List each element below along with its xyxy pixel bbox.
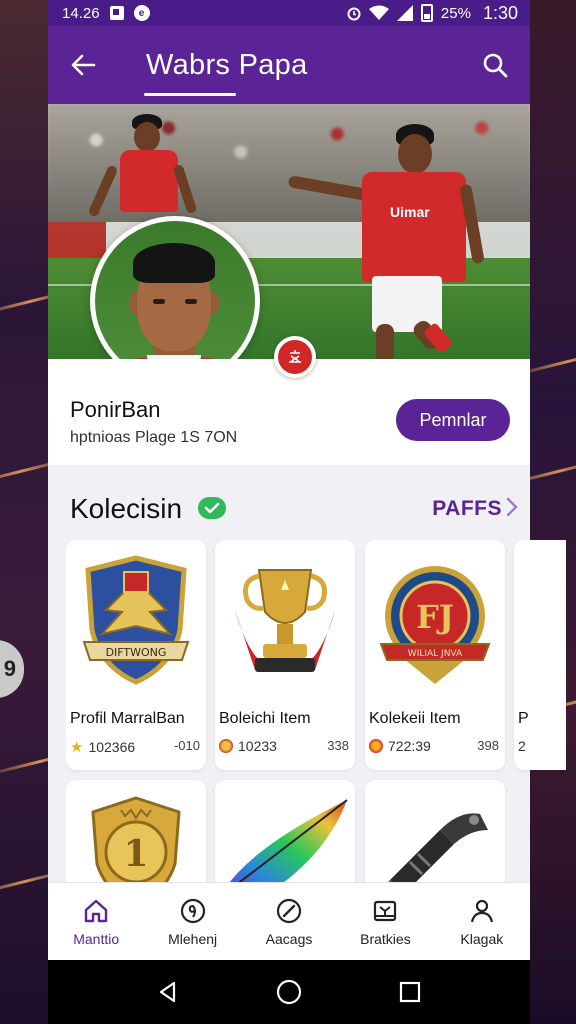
back-button[interactable] [66,48,100,82]
nav-label: Mlehenj [168,930,218,947]
system-home-icon[interactable] [276,979,302,1005]
gold-medal-icon: 1 [66,780,206,886]
arrow-left-icon [71,54,96,76]
nav-item-3[interactable]: Aacags [241,883,337,960]
nav-item-4[interactable]: Bratkies [337,883,433,960]
verified-icon [198,497,226,519]
crest-caption: WILIAL JNVA [408,649,463,659]
partial-item-icon [514,540,566,700]
battery-percent: 25% [440,4,471,22]
tray-icon [374,900,397,921]
system-navigation-bar [48,960,530,1024]
cover-photo: Uimar [48,104,530,359]
grip-tool-icon [365,780,505,886]
collection-card[interactable]: 1 [66,780,206,886]
status-time-left: 14.26 [62,4,100,22]
star-icon: ★ [70,739,84,756]
crest-badge-icon: FJ WILIAL JNVA [365,540,505,700]
search-button[interactable] [478,48,512,82]
signal-icon [396,5,413,21]
winged-shield-icon: DIFTWONG [66,540,206,700]
nav-label: Aacags [265,930,313,947]
nav-label: Bratkies [360,930,411,947]
trophy-icon [215,540,355,700]
feather-icon [215,780,355,886]
card-label: P [518,710,529,727]
club-badge-icon[interactable] [274,336,316,378]
card-label: Kolekeii Item [369,710,461,727]
card-stat: 2 [518,738,526,754]
collection-card[interactable]: P 2 [514,540,566,770]
system-back-icon[interactable] [156,980,180,1004]
status-time-right: 1:30 [482,2,518,23]
follow-button[interactable]: Pemnlar [396,399,510,441]
spiral-icon [180,898,205,923]
home-icon [85,899,108,922]
app-bar: Wabrs Papa [48,26,530,104]
title-underline [144,93,236,96]
collection-header: Kolecisin PAFFS [48,465,530,549]
nav-label: Manttio [73,930,120,947]
card-stat: 722:39 [369,738,431,754]
profile-name: PonirBan [70,397,161,422]
nav-label: Klagak [460,930,504,947]
collection-card[interactable]: FJ WILIAL JNVA Kolekeii Item 722:39 398 [365,540,505,770]
chevron-right-icon[interactable] [502,495,522,519]
profile-subtitle: hptnioas Plage 1S 7ON [70,429,238,446]
card-stat: ★ 102366 [70,739,136,756]
app-notification-icon: e [133,5,150,21]
collection-grid: DIFTWONG Profil MarralBan ★ 102366 -010 [66,540,566,886]
compass-icon [276,898,302,923]
featured-player: Uimar [278,124,498,359]
nav-item-2[interactable]: Mlehenj [144,883,240,960]
page-title: Wabrs Papa [146,48,308,81]
profile-icon [470,899,493,922]
medal-number: 1 [123,833,148,875]
collection-card[interactable] [215,780,355,886]
collection-card[interactable]: DIFTWONG Profil MarralBan ★ 102366 -010 [66,540,206,770]
collection-title: Kolecisin [70,493,183,524]
coin-icon [219,739,233,753]
nav-item-5[interactable]: Klagak [434,883,530,960]
heart-gem-icon [369,739,383,753]
search-icon [483,53,508,78]
bottom-navigation: Manttio Mlehenj Aacags Bratkies Klagak [48,882,530,960]
card-label: Profil MarralBan [70,710,185,727]
card-extra: 338 [327,738,349,753]
notification-icon [109,6,124,20]
wifi-icon [368,5,389,20]
battery-icon [420,4,433,22]
nav-item-home[interactable]: Manttio [48,883,144,960]
card-extra: 398 [477,738,499,753]
status-bar: 14.26 e 25% 1:30 [48,0,530,26]
crest-letters: FJ [416,598,454,636]
card-extra: -010 [173,738,200,753]
alarm-icon [347,7,361,21]
shirt-text: Uimar [390,204,430,220]
card-stat: 10233 [219,738,277,754]
system-recents-icon[interactable] [398,980,422,1004]
see-all-link[interactable]: PAFFS [432,497,502,521]
collection-card[interactable] [365,780,505,886]
collection-card[interactable]: Boleichi Item 10233 338 [215,540,355,770]
card-label: Boleichi Item [219,710,311,727]
backdrop-left [0,0,48,1024]
badge-caption: DIFTWONG [106,646,167,659]
